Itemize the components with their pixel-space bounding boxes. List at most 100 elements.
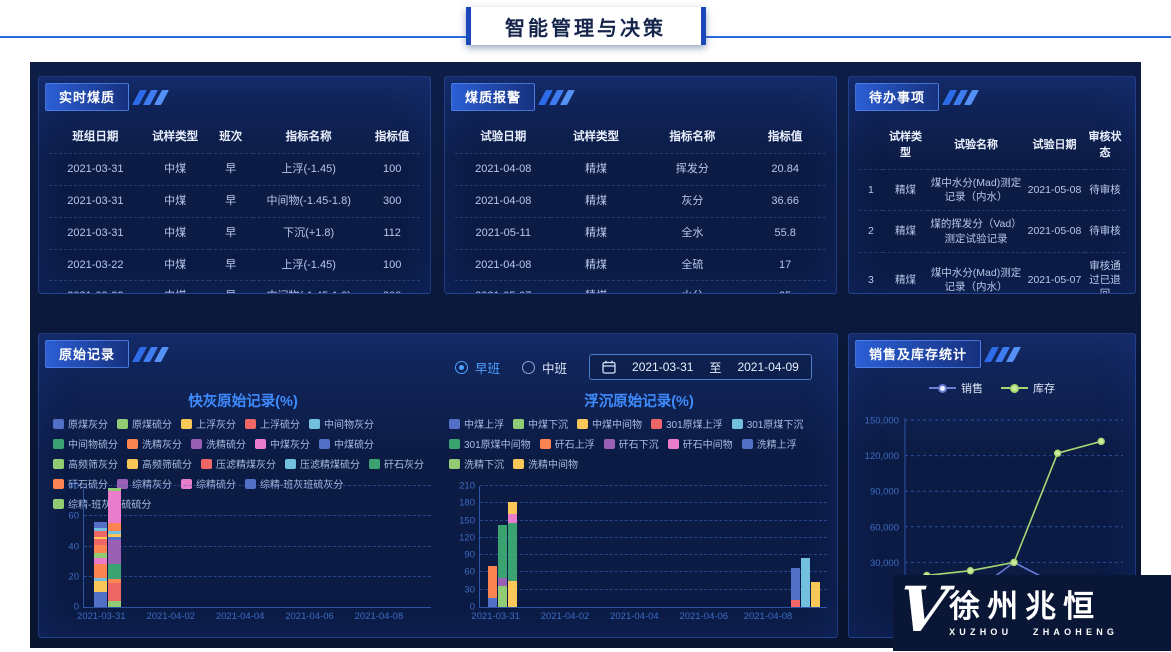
table-cell: 2021-04-08 xyxy=(455,154,551,186)
table-cell: 2021-05-07 xyxy=(1024,252,1085,294)
legend-item[interactable]: 洗精下沉 xyxy=(449,456,504,471)
legend-item[interactable]: 压滤精煤灰分 xyxy=(201,456,276,471)
date-from-value[interactable]: 2021-03-31 xyxy=(632,360,693,374)
bar-segment xyxy=(108,564,121,579)
bar-segment xyxy=(94,564,107,578)
bar-segment xyxy=(508,523,517,581)
legend-label: 301原煤下沉 xyxy=(747,416,804,431)
legend-swatch-icon xyxy=(53,419,64,429)
x-axis-tick-label: 2021-04-06 xyxy=(285,611,334,622)
table-cell: 煤中水分(Mad)测定记录（内水） xyxy=(928,252,1024,294)
stacked-bar[interactable] xyxy=(94,522,107,607)
panel-header: 实时煤质 xyxy=(45,83,165,111)
stacked-bar[interactable] xyxy=(488,566,497,607)
stacked-bar[interactable] xyxy=(498,525,507,607)
floatsink-legend: 中煤上浮中煤下沉中煤中间物301原煤上浮301原煤下沉301原煤中间物矸石上浮矸… xyxy=(449,416,833,471)
legend-label: 301原煤上浮 xyxy=(666,416,723,431)
legend-item[interactable]: 中煤下沉 xyxy=(513,416,568,431)
stacked-bar[interactable] xyxy=(791,568,800,607)
table-cell: 2021-05-08 xyxy=(1024,211,1085,252)
legend-item[interactable]: 洗精灰分 xyxy=(127,436,182,451)
legend-swatch-icon xyxy=(540,439,551,449)
column-header: 试样类型 xyxy=(883,121,928,170)
legend-item[interactable]: 洗精中间物 xyxy=(513,456,578,471)
legend-item[interactable]: 原煤硫分 xyxy=(117,416,172,431)
x-axis-tick-label: 2021-03-31 xyxy=(77,611,126,622)
legend-item[interactable]: 中煤硫分 xyxy=(319,436,374,451)
legend-item[interactable]: 矸石上浮 xyxy=(540,436,595,451)
table-cell: 2021-05-08 xyxy=(1024,170,1085,211)
table-cell: 2021-03-22 xyxy=(49,281,142,294)
table-cell: 灰分 xyxy=(640,185,744,217)
data-point[interactable] xyxy=(1055,450,1061,456)
legend-item[interactable]: 矸石下沉 xyxy=(604,436,659,451)
panel-title-sales: 销售及库存统计 xyxy=(855,340,981,368)
legend-item[interactable]: 中煤上浮 xyxy=(449,416,504,431)
stacked-bar[interactable] xyxy=(811,582,820,607)
column-header: 指标值 xyxy=(364,121,420,154)
legend-label: 中煤中间物 xyxy=(592,416,642,431)
legend-item[interactable]: 301原煤下沉 xyxy=(732,416,804,431)
stripes-decoration-icon xyxy=(136,90,165,105)
legend-item[interactable]: 上浮灰分 xyxy=(181,416,236,431)
legend-swatch-icon xyxy=(449,419,460,429)
legend-item[interactable]: 原煤灰分 xyxy=(53,416,108,431)
gridline xyxy=(84,515,431,516)
stacked-bar[interactable] xyxy=(108,488,121,607)
table-row: 2021-05-07精煤水分25 xyxy=(455,281,826,294)
bar-segment xyxy=(108,491,121,523)
legend-item[interactable]: 上浮硫分 xyxy=(245,416,300,431)
table-cell: 55.8 xyxy=(744,217,826,249)
legend-label: 洗精中间物 xyxy=(528,456,578,471)
legend-item[interactable]: 洗精上浮 xyxy=(742,436,797,451)
bar-segment xyxy=(94,581,107,592)
legend-item[interactable]: 矸石灰分 xyxy=(369,456,424,471)
data-point[interactable] xyxy=(967,568,973,574)
legend-label: 301原煤中间物 xyxy=(464,436,531,451)
legend-label: 洗精下沉 xyxy=(464,456,504,471)
table-cell: 待审核 xyxy=(1085,170,1125,211)
panel-todo-items: 待办事项 试样类型试验名称试验日期审核状态1精煤煤中水分(Mad)测定记录（内水… xyxy=(848,76,1136,294)
stacked-bar[interactable] xyxy=(801,558,810,607)
legend-item[interactable]: 中煤中间物 xyxy=(577,416,642,431)
bar-segment xyxy=(498,578,507,585)
legend-swatch-icon xyxy=(732,419,743,429)
table-cell: 300 xyxy=(364,185,420,217)
legend-item[interactable]: 301原煤中间物 xyxy=(449,436,531,451)
table-row: 2精煤煤的挥发分（Vad）测定试验记录2021-05-08待审核 xyxy=(859,211,1125,252)
gridline xyxy=(480,502,827,503)
legend-label: 洗精上浮 xyxy=(757,436,797,451)
legend-item[interactable]: 中间物硫分 xyxy=(53,436,118,451)
legend-item[interactable]: 压滤精煤硫分 xyxy=(285,456,360,471)
legend-item[interactable]: 高频筛灰分 xyxy=(53,456,118,471)
bar-segment xyxy=(811,582,820,607)
table-cell: 中煤 xyxy=(142,249,209,281)
column-header: 审核状态 xyxy=(1085,121,1125,170)
table-cell: 1 xyxy=(859,170,883,211)
legend-item[interactable]: 301原煤上浮 xyxy=(651,416,723,431)
data-point[interactable] xyxy=(1011,559,1017,565)
data-point[interactable] xyxy=(1098,438,1104,444)
stripes-decoration-icon xyxy=(946,90,975,105)
legend-swatch-icon xyxy=(577,419,588,429)
table-cell: 2021-03-31 xyxy=(49,185,142,217)
x-axis-tick-label: 2021-04-04 xyxy=(610,611,659,622)
legend-item[interactable]: 矸石中间物 xyxy=(668,436,733,451)
legend-item[interactable]: 洗精硫分 xyxy=(191,436,246,451)
legend-item[interactable]: 高频筛硫分 xyxy=(127,456,192,471)
table-cell: 2021-03-31 xyxy=(49,217,142,249)
stacked-bar[interactable] xyxy=(508,502,517,607)
legend-label: 压滤精煤硫分 xyxy=(300,456,360,471)
legend-item[interactable]: 库存 xyxy=(1001,380,1055,396)
table-row: 2021-04-08精煤全硫17 xyxy=(455,249,826,281)
sales-line-legend: 销售 库存 xyxy=(849,380,1135,396)
legend-swatch-icon xyxy=(319,439,330,449)
bar-segment xyxy=(801,558,810,607)
legend-swatch-icon xyxy=(513,459,524,469)
column-header: 班次 xyxy=(209,121,254,154)
date-to-value[interactable]: 2021-04-09 xyxy=(737,360,798,374)
legend-swatch-icon xyxy=(53,499,64,509)
legend-item[interactable]: 中间物灰分 xyxy=(309,416,374,431)
legend-item[interactable]: 销售 xyxy=(929,380,983,396)
legend-item[interactable]: 中煤灰分 xyxy=(255,436,310,451)
